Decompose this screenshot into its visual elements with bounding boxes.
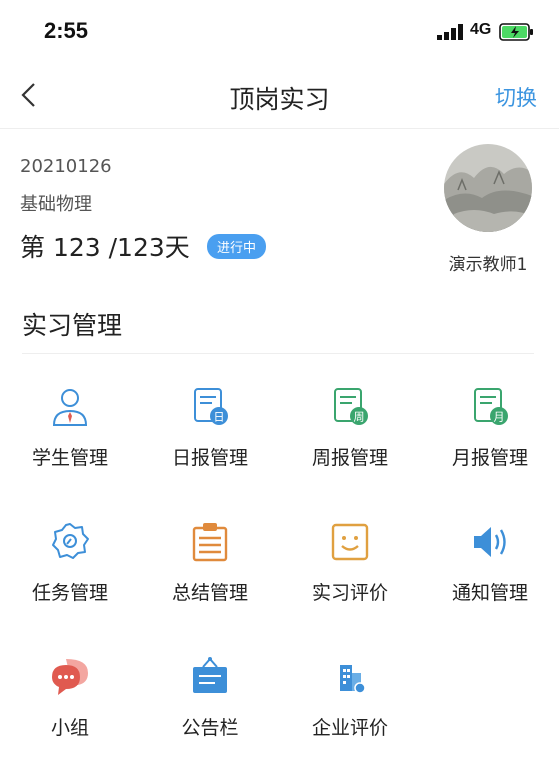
status-time: 2:55 [44,18,89,43]
menu-label: 通知管理 [451,582,528,604]
teacher-name: 演示教师1 [448,255,528,275]
student-id: 20210126 [20,156,112,177]
battery-icon [499,23,533,41]
task-gear-icon [52,523,89,559]
landscape-painting-icon [444,144,532,232]
nav-bar: 顶岗实习 切换 [0,62,559,129]
menu-label: 周报管理 [311,447,388,469]
menu-summary-management[interactable]: 总结管理 [140,520,280,605]
page-title: 顶岗实习 [229,85,330,114]
menu-internship-evaluation[interactable]: 实习评价 [280,520,420,605]
internship-info-card: 20210126 基础物理 第 123 /123天 进行中 演示教师1 [0,128,559,288]
menu-label: 月报管理 [451,447,528,469]
svg-text:月: 月 [494,411,505,424]
weekly-report-icon: 周 [334,388,368,425]
bulletin-board-icon [193,657,227,693]
daily-report-icon: 日 [194,388,228,425]
signal-icon [437,24,463,40]
menu-group[interactable]: 小组 [0,655,140,740]
menu-label: 任务管理 [31,582,108,604]
enterprise-building-icon [340,665,366,694]
day-progress: 第 123 /123天 [20,233,190,262]
menu-notice-management[interactable]: 通知管理 [420,520,559,605]
menu-bulletin-board[interactable]: 公告栏 [140,655,280,740]
section-title: 实习管理 [22,311,123,340]
svg-text:周: 周 [354,411,365,424]
menu-enterprise-evaluation[interactable]: 企业评价 [280,655,420,740]
menu-task-management[interactable]: 任务管理 [0,520,140,605]
monthly-report-icon: 月 [474,388,508,425]
menu-label: 公告栏 [181,717,239,739]
status-bar: 2:55 4G [0,0,559,62]
menu-label: 总结管理 [171,582,248,604]
menu-daily-report[interactable]: 日 日报管理 [140,385,280,470]
avatar[interactable] [444,144,532,232]
menu-label: 小组 [50,717,89,739]
student-icon [52,389,88,426]
divider [22,353,534,354]
menu-student-management[interactable]: 学生管理 [0,385,140,470]
menu-label: 日报管理 [171,447,248,469]
svg-text:日: 日 [214,411,225,424]
network-type: 4G [470,21,492,38]
menu-label: 学生管理 [31,447,108,469]
course-name: 基础物理 [20,194,92,215]
smile-evaluation-icon [331,523,369,561]
speaker-notice-icon [474,527,506,557]
chat-group-icon [52,659,88,695]
summary-clipboard-icon [192,523,228,562]
menu-label: 实习评价 [311,582,388,604]
menu-monthly-report[interactable]: 月 月报管理 [420,385,559,470]
menu-label: 企业评价 [311,717,388,739]
status-badge: 进行中 [207,234,267,259]
menu-weekly-report[interactable]: 周 周报管理 [280,385,420,470]
switch-button[interactable]: 切换 [495,82,537,112]
